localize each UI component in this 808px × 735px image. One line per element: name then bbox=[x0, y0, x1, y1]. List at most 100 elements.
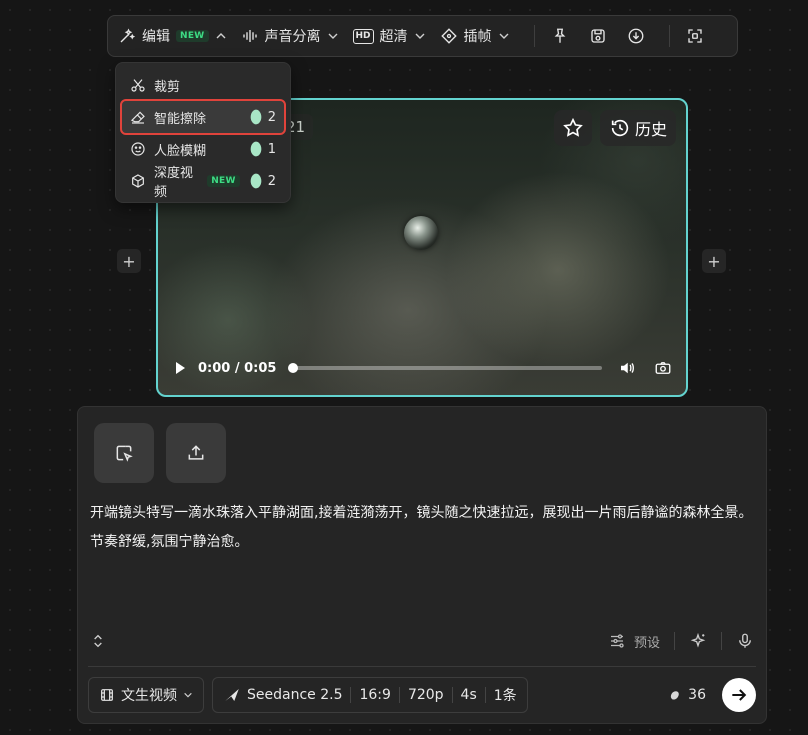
edit-label: 编辑 bbox=[142, 29, 170, 45]
hd-label: 超清 bbox=[379, 29, 408, 45]
toolbar-divider bbox=[668, 25, 670, 47]
divider bbox=[398, 687, 400, 703]
eraser-icon bbox=[130, 111, 145, 124]
credit-cost: 2 bbox=[248, 109, 276, 125]
chevron-down-icon bbox=[328, 33, 338, 39]
chevron-down-icon bbox=[415, 33, 425, 39]
credit-cost: 2 bbox=[248, 173, 276, 189]
upload-button[interactable] bbox=[166, 423, 226, 483]
credit-balance: 36 bbox=[668, 687, 706, 703]
divider bbox=[674, 632, 675, 650]
divider bbox=[484, 687, 486, 703]
model-name: Seedance 2.5 bbox=[247, 687, 343, 703]
edit-dropdown-menu: 裁剪 智能擦除 2 人脸模糊 1 深度视频 NEW 2 bbox=[115, 62, 291, 203]
menu-item-smart-erase[interactable]: 智能擦除 2 bbox=[120, 99, 286, 135]
upload-icon bbox=[188, 445, 204, 460]
microphone-icon[interactable] bbox=[736, 632, 754, 650]
menu-item-label: 人脸模糊 bbox=[154, 143, 207, 159]
cube-icon bbox=[132, 174, 144, 188]
time-readout: 0:00 / 0:05 bbox=[198, 360, 277, 376]
prompt-actions-row: 预设 bbox=[90, 627, 754, 655]
save-button[interactable] bbox=[583, 21, 613, 51]
send-button[interactable] bbox=[722, 678, 756, 712]
prompt-tools: 预设 bbox=[608, 632, 754, 651]
save-icon bbox=[590, 29, 605, 43]
volume-icon[interactable] bbox=[618, 359, 636, 377]
menu-item-face-blur[interactable]: 人脸模糊 1 bbox=[122, 133, 284, 165]
generation-settings-row: 文生视频 Seedance 2.5 16:9 720p 4s 1条 36 bbox=[88, 677, 756, 713]
aspect-ratio: 16:9 bbox=[359, 687, 391, 703]
sparkle-icon[interactable] bbox=[689, 632, 707, 650]
chevron-up-icon bbox=[216, 33, 226, 39]
download-button[interactable] bbox=[621, 21, 651, 51]
fullscreen-button[interactable] bbox=[680, 21, 710, 51]
model-settings: Seedance 2.5 16:9 720p 4s 1条 bbox=[247, 685, 517, 705]
new-badge: NEW bbox=[207, 175, 240, 187]
history-button[interactable]: 历史 bbox=[600, 110, 676, 146]
hd-icon: HD bbox=[352, 28, 374, 44]
history-label: 历史 bbox=[634, 120, 667, 139]
menu-item-label: 智能擦除 bbox=[154, 111, 207, 127]
progress-knob[interactable] bbox=[288, 363, 299, 373]
diamond-target-icon bbox=[440, 28, 457, 44]
divider bbox=[721, 632, 722, 650]
divider bbox=[451, 687, 453, 703]
pin-button[interactable] bbox=[545, 21, 575, 51]
bean-icon bbox=[250, 173, 262, 189]
add-before-button[interactable]: + bbox=[117, 249, 141, 273]
divider bbox=[88, 666, 756, 667]
frame-interpolation-button[interactable]: 插帧 bbox=[440, 26, 510, 46]
star-icon bbox=[563, 117, 583, 137]
hd-button[interactable]: HD 超清 bbox=[352, 26, 426, 46]
snapshot-icon[interactable] bbox=[654, 359, 672, 377]
bean-icon bbox=[671, 691, 679, 700]
output-count: 1条 bbox=[493, 688, 517, 704]
new-badge: NEW bbox=[176, 30, 209, 42]
model-settings-button[interactable]: Seedance 2.5 16:9 720p 4s 1条 bbox=[212, 677, 528, 713]
waveform-icon bbox=[242, 30, 257, 42]
favorite-button[interactable] bbox=[554, 110, 592, 146]
magic-wand-icon bbox=[120, 28, 136, 43]
water-droplet bbox=[404, 216, 438, 250]
film-icon bbox=[101, 689, 113, 701]
select-frame-icon bbox=[116, 445, 133, 462]
bean-icon bbox=[250, 109, 262, 125]
edit-menu-button[interactable]: 编辑 NEW bbox=[118, 26, 227, 46]
seedance-logo-icon bbox=[225, 689, 239, 701]
prompt-text[interactable]: 开端镜头特写一滴水珠落入平静湖面,接着涟漪荡开，镜头随之快速拉远，展现出一片雨后… bbox=[90, 499, 754, 557]
frame-label: 插帧 bbox=[463, 29, 492, 45]
menu-item-label: 深度视频 bbox=[154, 166, 194, 200]
preset-label[interactable]: 预设 bbox=[634, 632, 660, 651]
menu-item-depth-video[interactable]: 深度视频 NEW 2 bbox=[122, 165, 284, 200]
sliders-icon[interactable] bbox=[608, 632, 626, 650]
video-controls: 0:00 / 0:05 bbox=[158, 353, 686, 383]
arrow-right-icon bbox=[732, 689, 747, 701]
cost-value: 2 bbox=[267, 109, 276, 125]
progress-bar[interactable] bbox=[288, 363, 602, 373]
add-after-button[interactable]: + bbox=[702, 249, 726, 273]
audio-label: 声音分离 bbox=[264, 29, 321, 45]
audio-separation-button[interactable]: 声音分离 bbox=[241, 26, 339, 46]
prompt-panel: 开端镜头特写一滴水珠落入平静湖面,接着涟漪荡开，镜头随之快速拉远，展现出一片雨后… bbox=[77, 406, 767, 724]
credit-cost: 1 bbox=[248, 141, 276, 157]
mode-label: 文生视频 bbox=[121, 688, 177, 704]
download-icon bbox=[628, 28, 643, 44]
play-icon[interactable] bbox=[172, 360, 188, 376]
face-icon bbox=[131, 142, 145, 156]
bean-icon bbox=[250, 141, 262, 157]
toolbar-divider bbox=[533, 25, 535, 47]
select-reference-button[interactable] bbox=[94, 423, 154, 483]
mode-select[interactable]: 文生视频 bbox=[88, 677, 204, 713]
menu-item-crop[interactable]: 裁剪 bbox=[122, 69, 284, 101]
cost-value: 2 bbox=[267, 173, 276, 189]
resolution: 720p bbox=[407, 687, 444, 703]
top-toolbar: 编辑 NEW 声音分离 HD 超清 插帧 bbox=[107, 15, 738, 57]
history-icon bbox=[611, 119, 629, 137]
credit-value: 36 bbox=[688, 687, 706, 703]
duration: 4s bbox=[460, 687, 477, 703]
scissors-icon bbox=[131, 79, 145, 92]
chevron-down-icon bbox=[499, 33, 509, 39]
fullscreen-icon bbox=[687, 29, 702, 43]
expand-icon[interactable] bbox=[90, 633, 106, 649]
chevron-down-icon bbox=[184, 692, 192, 698]
